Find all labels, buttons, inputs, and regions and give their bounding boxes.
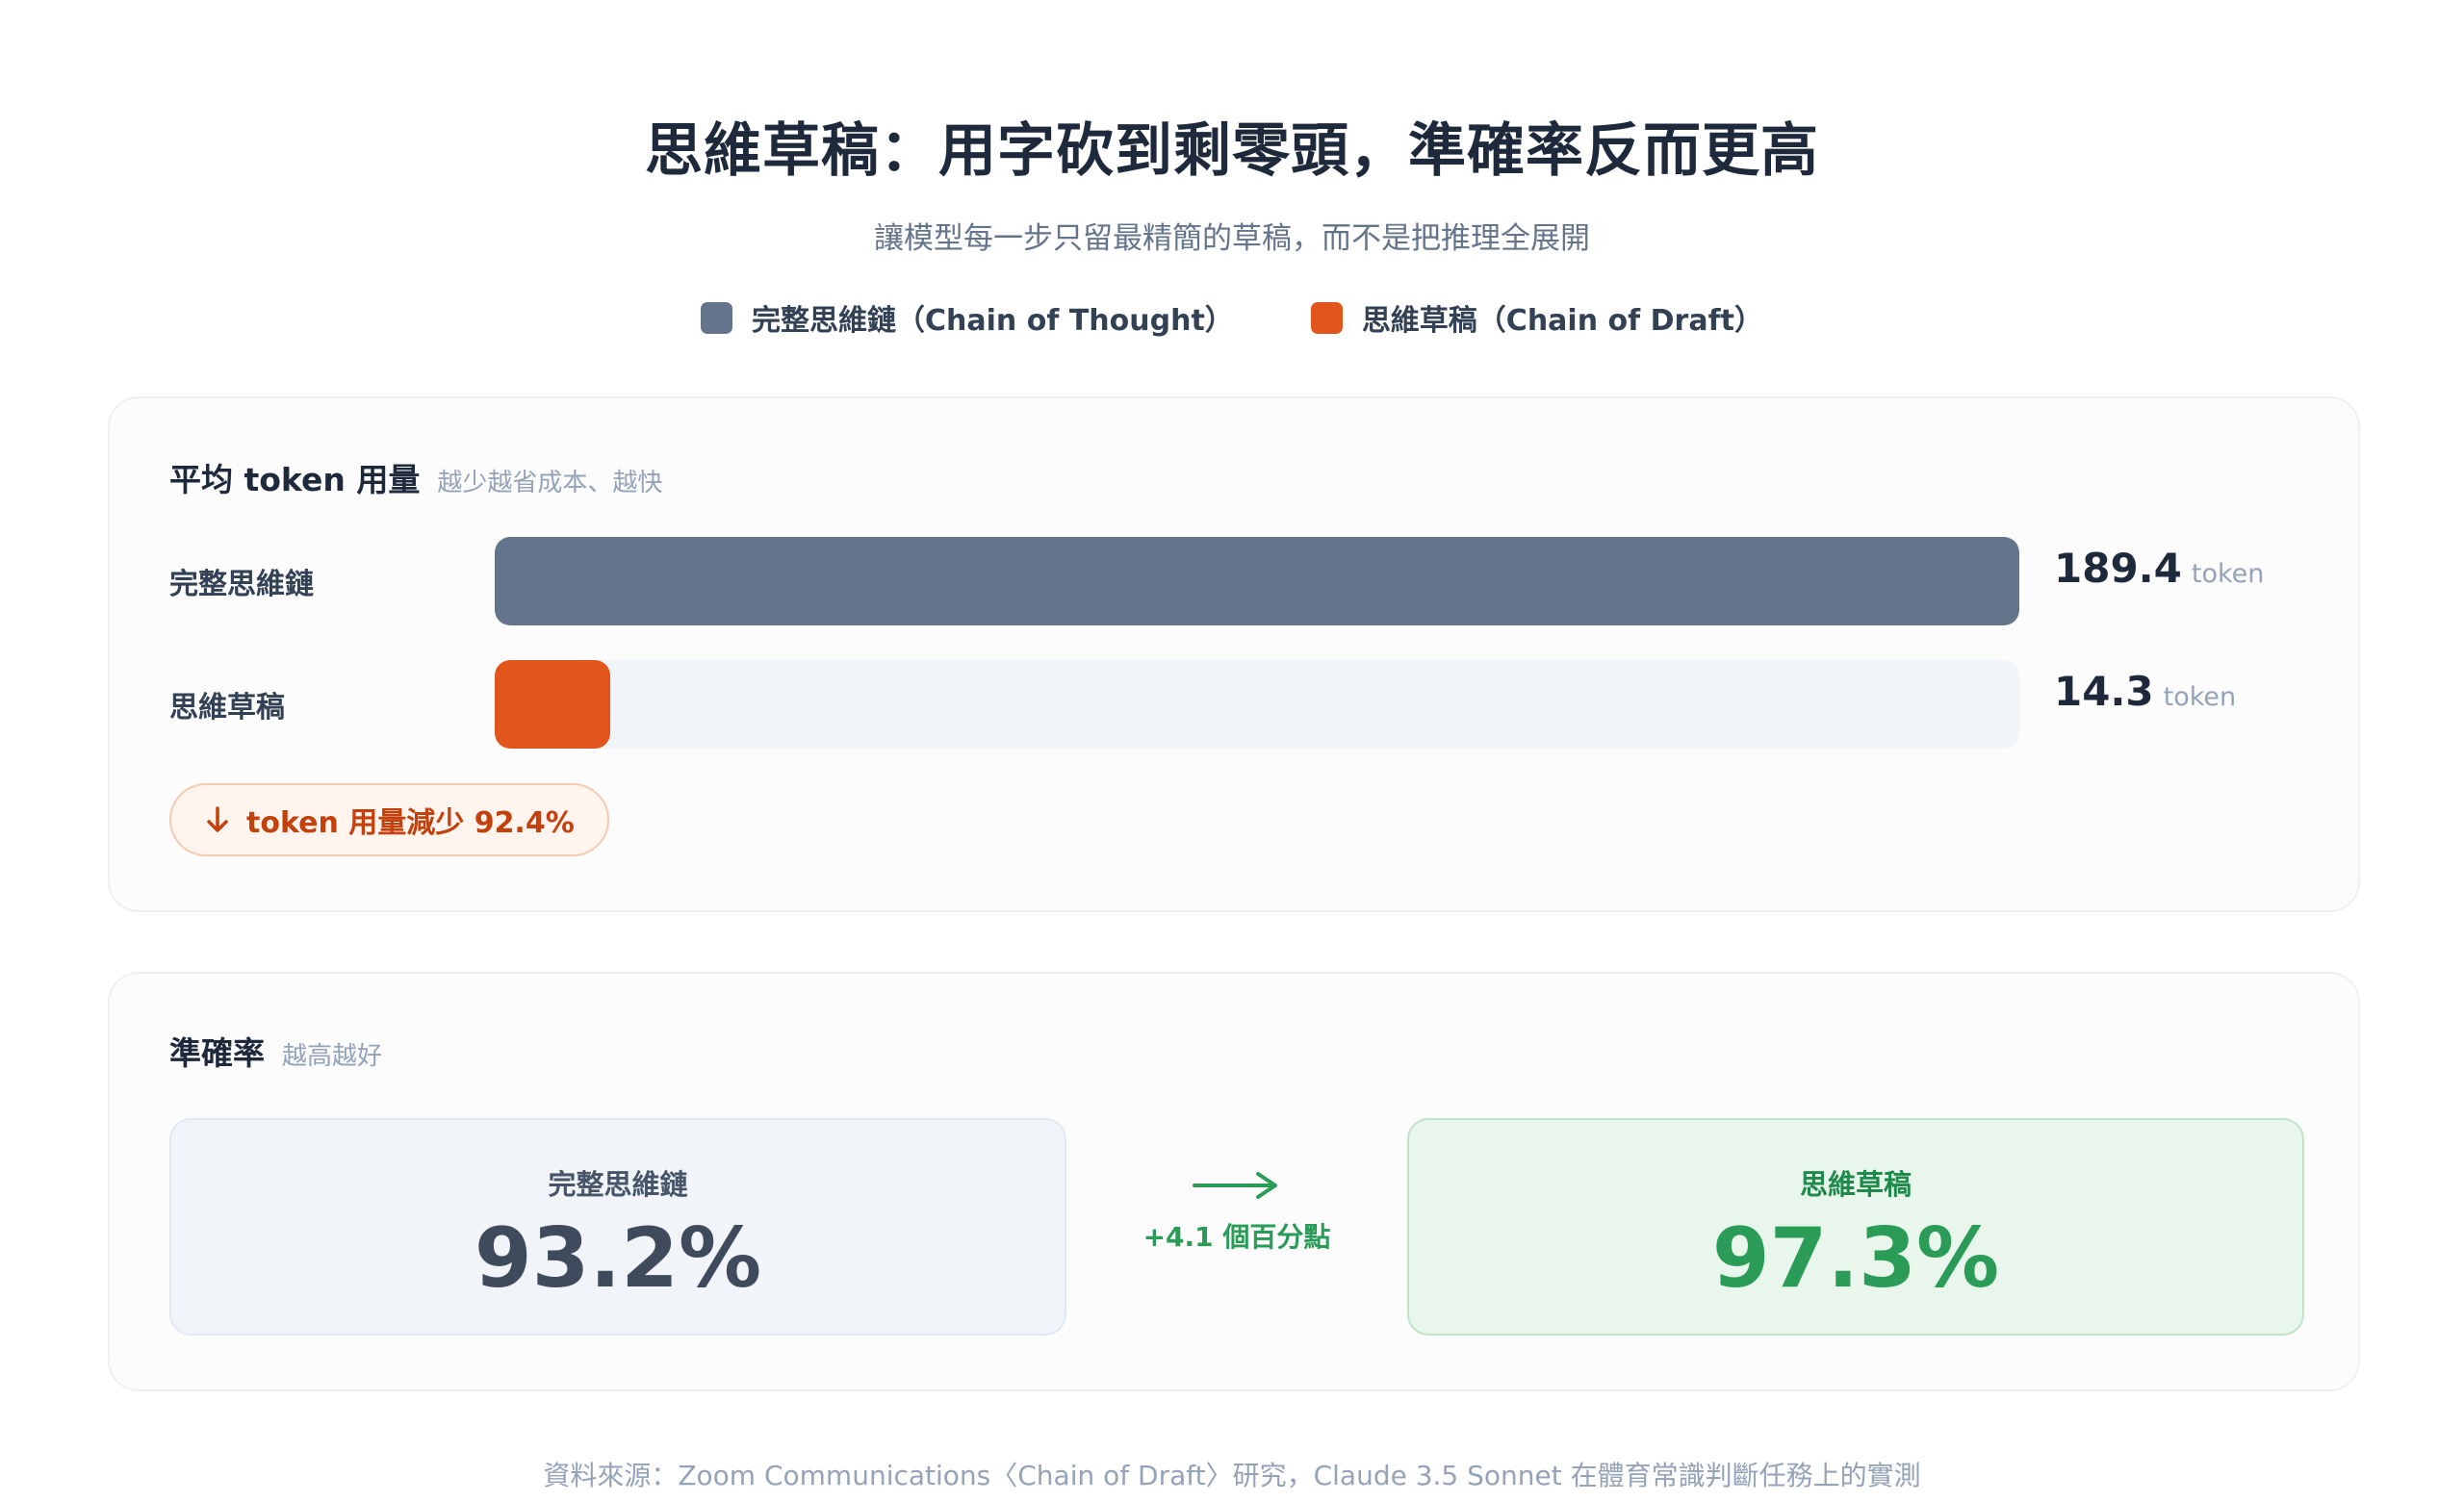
bar-value-number-cot: 189.4 [2054,545,2182,592]
arrow-right-icon [1193,1172,1277,1199]
page-subtitle: 讓模型每一步只留最精簡的草稿，而不是把推理全展開 [874,221,1590,256]
accuracy-delta: +4.1 個百分點 [1116,1166,1357,1255]
bar-cot [495,537,2019,625]
legend-item-cod: 思維草稿（Chain of Draft） [1310,296,1763,339]
token-reduction-label: token 用量減少 92.4% [246,806,575,840]
legend-item-cot: 完整思維鏈（Chain of Thought） [701,296,1234,339]
token-reduction-badge: token 用量減少 92.4% [169,783,609,856]
bar-track-cod [495,660,2019,749]
bar-value-unit-cot: token [2191,559,2265,589]
accuracy-value-cod: 97.3% [1711,1210,2000,1307]
token-usage-card: 平均 token 用量 越少越省成本、越快 完整思維鏈 189.4 token … [108,396,2360,912]
accuracy-name-cod: 思維草稿 [1799,1168,1912,1201]
accuracy-box-cod: 思維草稿 97.3% [1407,1118,2304,1336]
bar-value-cot: 189.4 token [2054,545,2264,592]
accuracy-name-cot: 完整思維鏈 [548,1168,688,1201]
token-card-title: 平均 token 用量 [169,461,421,498]
source-footnote: 資料來源：Zoom Communications〈Chain of Draft〉… [543,1460,1921,1491]
bar-cod [495,660,610,749]
token-card-heading: 平均 token 用量 越少越省成本、越快 [169,454,662,500]
arrow-down-icon [207,806,228,832]
bar-value-cod: 14.3 token [2054,668,2236,715]
legend-label-cod: 思維草稿（Chain of Draft） [1361,304,1763,338]
bar-label-cod: 思維草稿 [169,691,285,725]
accuracy-value-cot: 93.2% [474,1210,762,1307]
accuracy-card-title: 準確率 [169,1034,265,1072]
legend-label-cot: 完整思維鏈（Chain of Thought） [752,304,1234,338]
legend: 完整思維鏈（Chain of Thought） 思維草稿（Chain of Dr… [0,296,2464,339]
page-title: 思維草稿：用字砍到剩零頭，準確率反而更高 [645,117,1819,185]
accuracy-card-note: 越高越好 [282,1042,383,1071]
legend-swatch-cod [1310,301,1343,334]
accuracy-delta-label: +4.1 個百分點 [1142,1221,1331,1253]
bar-label-cot: 完整思維鏈 [169,568,314,601]
bar-value-unit-cod: token [2163,682,2237,712]
legend-swatch-cot [701,301,733,334]
bar-value-number-cod: 14.3 [2054,668,2154,715]
token-card-note: 越少越省成本、越快 [437,469,663,497]
accuracy-card: 準確率 越高越好 完整思維鏈 93.2% +4.1 個百分點 思維草稿 97.3… [108,972,2360,1391]
page: 思維草稿：用字砍到剩零頭，準確率反而更高 讓模型每一步只留最精簡的草稿，而不是把… [0,0,2464,1502]
accuracy-card-heading: 準確率 越高越好 [169,1028,382,1074]
accuracy-box-cot: 完整思維鏈 93.2% [169,1118,1066,1336]
bar-track-cot [495,537,2019,625]
